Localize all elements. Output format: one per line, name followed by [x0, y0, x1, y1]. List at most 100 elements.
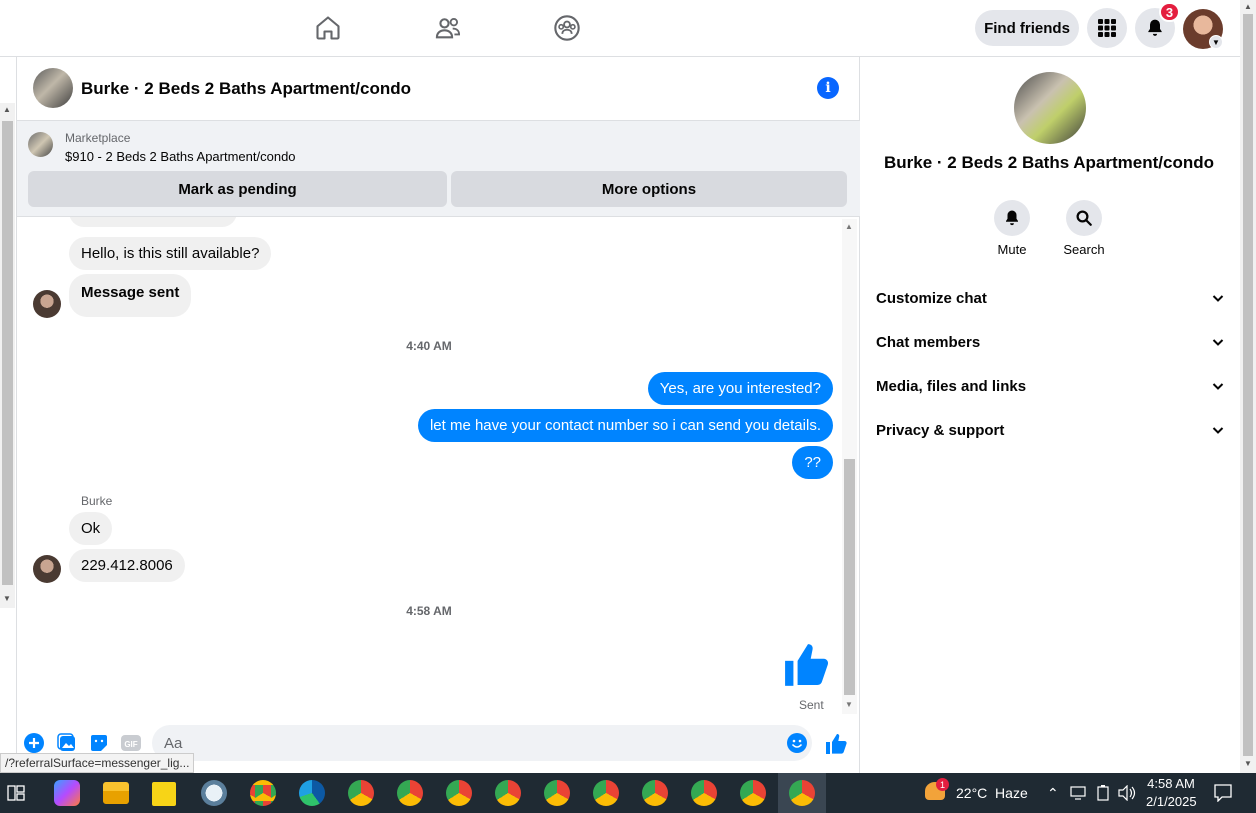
search-button[interactable]: Search — [1054, 200, 1114, 257]
top-navigation-bar: Find friends 3 ▼ — [0, 0, 1240, 57]
section-label: Chat members — [876, 333, 981, 351]
listing-title[interactable]: $910 - 2 Beds 2 Baths Apartment/condo — [65, 149, 296, 164]
message-bubble-outgoing: let me have your contact number so i can… — [417, 409, 833, 442]
message-bubble-incoming: Ok — [69, 512, 113, 545]
section-label: Privacy & support — [876, 421, 1005, 439]
chrome-profile-icon[interactable] — [544, 780, 570, 806]
file-explorer-icon[interactable] — [103, 782, 129, 804]
grid-menu-icon — [1098, 19, 1116, 37]
chrome-profile-icon[interactable] — [789, 780, 815, 806]
thumbs-up-icon — [785, 644, 829, 686]
chrome-profile-icon[interactable] — [348, 780, 374, 806]
menu-button[interactable] — [1087, 8, 1127, 48]
mute-button[interactable]: Mute — [982, 200, 1042, 257]
plus-circle-icon[interactable] — [24, 733, 44, 753]
chat-title[interactable]: Burke · 2 Beds 2 Baths Apartment/condo — [81, 79, 411, 99]
chrome-profile-icon[interactable] — [446, 780, 472, 806]
notification-center-icon[interactable] — [1214, 784, 1232, 802]
scroll-up-arrow-icon[interactable]: ▲ — [3, 105, 11, 114]
bell-icon — [1006, 210, 1018, 226]
clock-time[interactable]: 4:58 AM — [1146, 776, 1196, 791]
groups-icon[interactable] — [553, 14, 581, 42]
scroll-up-arrow-icon[interactable]: ▲ — [845, 222, 853, 231]
sender-avatar[interactable] — [33, 290, 61, 318]
chrome-profile-icon[interactable] — [593, 780, 619, 806]
search-label: Search — [1063, 242, 1105, 257]
thumbs-up-send-icon[interactable] — [825, 732, 849, 756]
chevron-down-icon[interactable]: ▼ — [1209, 35, 1223, 49]
notification-badge: 3 — [1159, 2, 1180, 22]
message-bubble-incoming: 229.412.8006 — [69, 549, 185, 582]
battery-icon[interactable] — [1097, 785, 1109, 801]
chat-avatar[interactable] — [33, 68, 73, 108]
chrome-profile-icon[interactable] — [740, 780, 766, 806]
chat-header: Burke · 2 Beds 2 Baths Apartment/condo i — [17, 57, 860, 121]
message-bubble-incoming: Message sent — [69, 274, 192, 317]
scroll-up-arrow-icon[interactable]: ▲ — [1244, 2, 1252, 11]
weather-badge: 1 — [936, 778, 949, 791]
scrollbar-thumb[interactable] — [844, 459, 855, 695]
message-timestamp: 4:58 AM — [406, 604, 452, 618]
chevron-down-icon — [1212, 383, 1224, 390]
volume-icon[interactable] — [1118, 785, 1136, 801]
message-input[interactable] — [152, 725, 752, 761]
chevron-down-icon — [1212, 427, 1224, 434]
message-list: Hello, is this still available? Message … — [17, 217, 860, 717]
message-bubble-outgoing: Yes, are you interested? — [647, 372, 833, 405]
left-scrollbar[interactable]: ▲ ▼ — [0, 103, 15, 608]
marketplace-label: Marketplace — [65, 131, 131, 145]
section-label: Customize chat — [876, 289, 987, 307]
status-bar-url: /?referralSurface=messenger_lig... — [0, 753, 195, 773]
chrome-profile-icon[interactable] — [495, 780, 521, 806]
message-input-box[interactable] — [152, 725, 812, 761]
message-bubble-partial — [69, 217, 237, 227]
app-icon[interactable] — [201, 780, 227, 806]
gif-icon[interactable]: GIF — [121, 733, 141, 753]
chevron-up-icon[interactable]: ⌃ — [1047, 785, 1059, 802]
mute-label: Mute — [997, 242, 1027, 257]
info-icon[interactable]: i — [817, 77, 839, 99]
chevron-down-icon — [1212, 339, 1224, 346]
emoji-icon[interactable] — [787, 733, 807, 753]
marketplace-banner: Marketplace $910 - 2 Beds 2 Baths Apartm… — [17, 121, 860, 217]
chat-members-section[interactable]: Chat members — [876, 330, 1224, 354]
photo-icon[interactable] — [57, 733, 77, 753]
listing-thumbnail[interactable] — [28, 132, 53, 157]
customize-chat-section[interactable]: Customize chat — [876, 286, 1224, 310]
privacy-support-section[interactable]: Privacy & support — [876, 418, 1224, 442]
scroll-down-arrow-icon[interactable]: ▼ — [845, 700, 853, 709]
chrome-icon[interactable] — [250, 780, 276, 806]
media-files-links-section[interactable]: Media, files and links — [876, 374, 1224, 398]
mark-as-pending-button[interactable]: Mark as pending — [28, 171, 447, 207]
chrome-profile-icon[interactable] — [691, 780, 717, 806]
copilot-icon[interactable] — [54, 780, 80, 806]
clock-date[interactable]: 2/1/2025 — [1146, 794, 1197, 809]
home-icon[interactable] — [314, 14, 342, 42]
scroll-down-arrow-icon[interactable]: ▼ — [1244, 759, 1252, 768]
chevron-down-icon — [1212, 295, 1224, 302]
scroll-down-arrow-icon[interactable]: ▼ — [3, 594, 11, 603]
windows-taskbar: 1 22°C Haze ⌃ 4:58 AM 2/1/2025 — [0, 773, 1256, 813]
chrome-profile-icon[interactable] — [642, 780, 668, 806]
scrollbar-thumb[interactable] — [1243, 14, 1253, 756]
sender-avatar[interactable] — [33, 555, 61, 583]
chrome-profile-icon[interactable] — [397, 780, 423, 806]
friends-icon[interactable] — [434, 14, 462, 42]
network-icon[interactable] — [1070, 786, 1086, 800]
find-friends-button[interactable]: Find friends — [975, 10, 1079, 46]
weather-text[interactable]: 22°C Haze — [956, 785, 1028, 801]
sticker-icon[interactable] — [89, 733, 109, 753]
edge-icon[interactable] — [299, 780, 325, 806]
more-options-button[interactable]: More options — [451, 171, 847, 207]
search-icon — [1076, 210, 1092, 226]
scrollbar-thumb[interactable] — [2, 121, 13, 585]
page-scrollbar[interactable]: ▲ ▼ — [1240, 0, 1256, 773]
conversation-title: Burke · 2 Beds 2 Baths Apartment/condo — [884, 153, 1214, 172]
bell-icon — [1148, 19, 1162, 36]
task-view-icon[interactable] — [7, 785, 25, 801]
chat-panel: Burke · 2 Beds 2 Baths Apartment/condo i… — [16, 57, 860, 773]
messages-scrollbar[interactable]: ▲ ▼ — [842, 219, 857, 714]
sticky-notes-icon[interactable] — [152, 782, 176, 806]
conversation-details-panel: Burke · 2 Beds 2 Baths Apartment/condo M… — [860, 57, 1240, 773]
conversation-avatar[interactable] — [1014, 72, 1086, 144]
